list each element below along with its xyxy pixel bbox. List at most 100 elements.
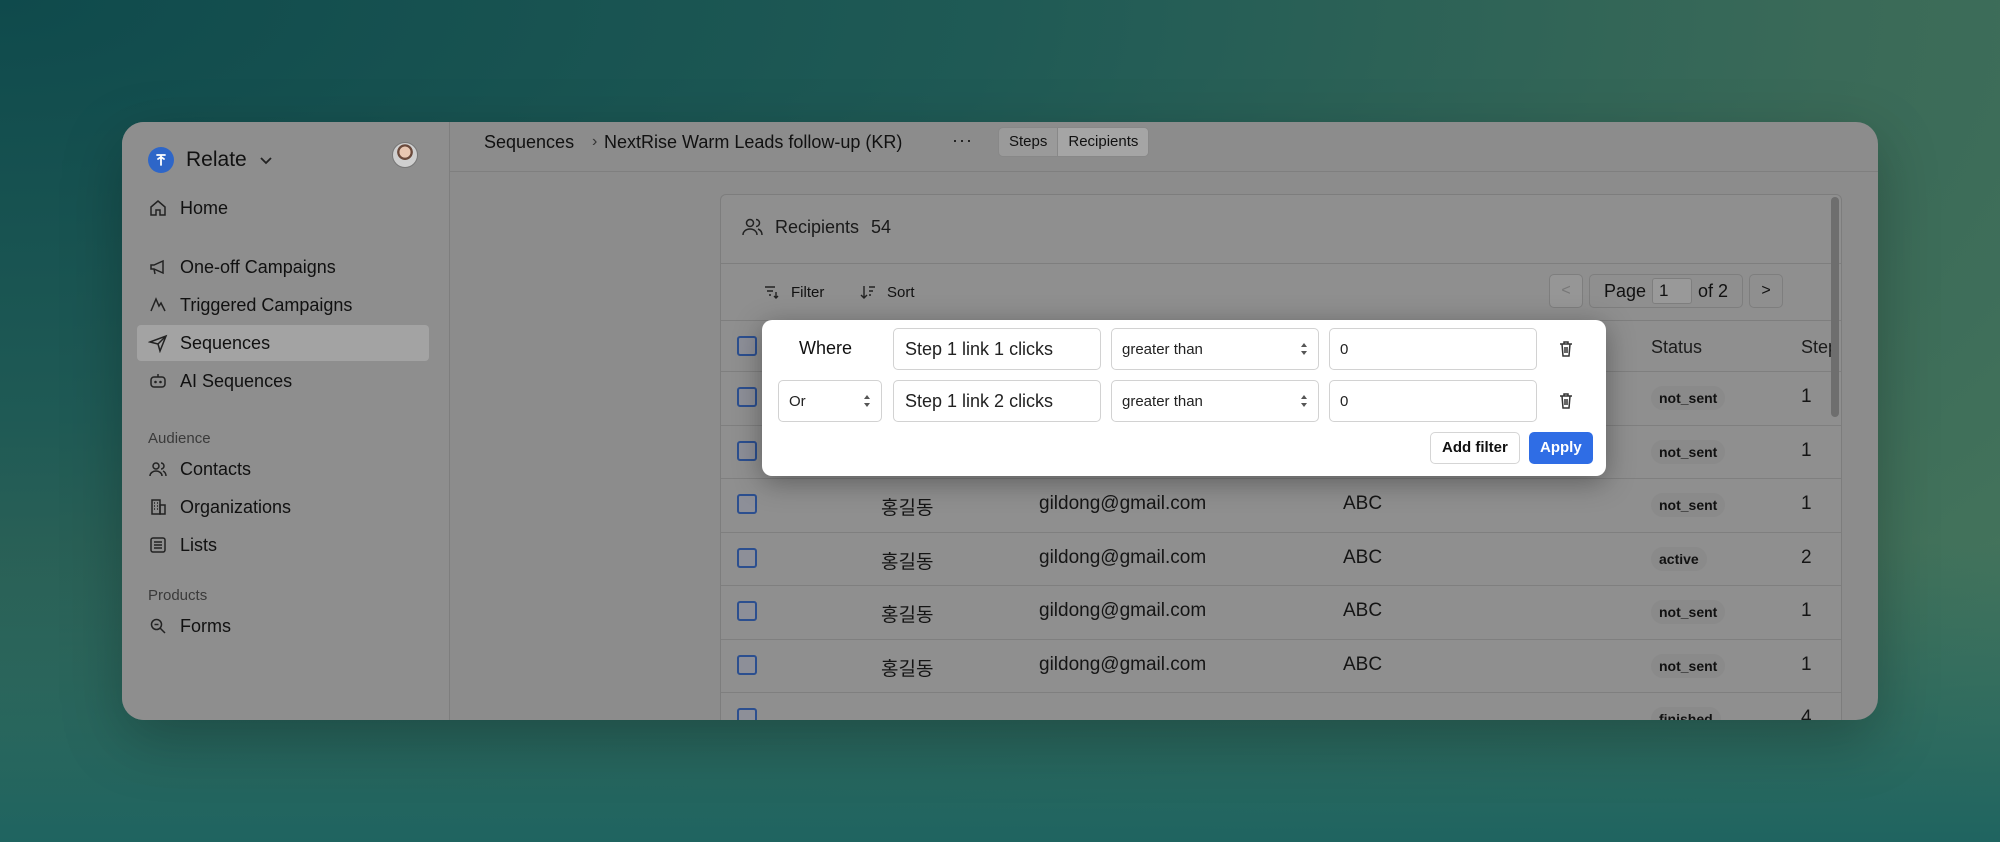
topbar: Sequences › NextRise Warm Leads follow-u… [450, 122, 1878, 172]
pagination: < Page 1 of 2 > [1549, 274, 1784, 308]
sidebar-item-label: Sequences [180, 332, 271, 353]
status-badge: not_sent [1651, 386, 1726, 410]
building-icon [147, 496, 169, 518]
filter-operator-select[interactable]: greater than [1111, 328, 1319, 370]
sidebar-item-one-off-campaigns[interactable]: One-off Campaigns [137, 249, 429, 285]
table-row[interactable]: 홍길동 gildong@gmail.com ABC not_sent 1 [721, 585, 1841, 638]
sidebar-item-lists[interactable]: Lists [137, 527, 429, 563]
user-avatar[interactable] [392, 142, 418, 168]
more-options-button[interactable]: ··· [952, 130, 973, 151]
breadcrumb-current: NextRise Warm Leads follow-up (KR) [604, 132, 903, 152]
apply-button[interactable]: Apply [1529, 432, 1593, 464]
sidebar-item-sequences[interactable]: Sequences [137, 325, 429, 361]
page-input[interactable]: 1 [1652, 278, 1693, 304]
page-indicator: Page 1 of 2 [1589, 274, 1744, 308]
form-search-icon [147, 615, 169, 637]
sidebar-item-organizations[interactable]: Organizations [137, 489, 429, 525]
filter-value: 0 [1340, 393, 1349, 410]
row-checkbox[interactable] [737, 440, 757, 461]
row-checkbox[interactable] [737, 708, 757, 720]
recipient-organization: ABC [1343, 600, 1383, 621]
workspace-switcher[interactable]: Relate [148, 144, 275, 176]
select-arrows-icon [864, 395, 870, 407]
sort-button[interactable]: Sort [859, 283, 915, 301]
recipient-organization: ABC [1343, 653, 1383, 675]
filter-connector-value: Or [789, 393, 806, 410]
recipient-step: 1 [1801, 439, 1812, 461]
tab-recipients[interactable]: Recipients [1057, 128, 1149, 156]
row-checkbox[interactable] [737, 654, 757, 675]
divider [721, 263, 1841, 264]
filter-connector-where: Where [799, 338, 853, 358]
table-row[interactable]: 홍길동 gildong@gmail.com ABC not_sent 1 [721, 478, 1841, 531]
triggered-icon [147, 294, 169, 316]
recipient-organization: ABC [1343, 546, 1383, 568]
status-badge: not_sent [1651, 653, 1726, 678]
section-label-products: Products [148, 587, 208, 604]
select-all-checkbox[interactable] [737, 336, 757, 356]
sidebar-item-forms[interactable]: Forms [137, 608, 429, 644]
row-checkbox[interactable] [737, 494, 757, 514]
sidebar-item-home[interactable]: Home [137, 190, 429, 226]
sidebar-item-label: One-off Campaigns [180, 256, 336, 277]
home-icon [147, 197, 169, 219]
recipient-name: 홍길동 [881, 605, 934, 626]
vertical-scrollbar[interactable] [1831, 197, 1839, 417]
filter-value-input[interactable]: 0 [1329, 380, 1537, 422]
app-window: Relate Home One-off Campaigns Triggered … [122, 122, 1878, 720]
recipient-step: 4 [1801, 707, 1812, 720]
filter-value-input[interactable]: 0 [1329, 328, 1537, 370]
recipient-organization: ABC [1343, 493, 1383, 514]
sidebar-item-label: Home [180, 197, 229, 218]
filter-label: Filter [791, 283, 825, 301]
recipient-step: 1 [1801, 600, 1812, 621]
recipient-step: 2 [1801, 546, 1812, 568]
recipient-step: 1 [1801, 386, 1812, 407]
recipient-email: gildong@gmail.com [1039, 653, 1207, 675]
recipient-email: gildong@gmail.com [1039, 493, 1207, 514]
table-row[interactable]: 홍길동 gildong@gmail.com ABC active 2 [721, 531, 1841, 585]
sidebar-item-contacts[interactable]: Contacts [137, 451, 429, 487]
recipient-email: gildong@gmail.com [1039, 600, 1207, 621]
row-checkbox[interactable] [737, 601, 757, 621]
recipient-step: 1 [1801, 493, 1812, 514]
sidebar-item-ai-sequences[interactable]: AI Sequences [137, 363, 429, 399]
next-page-button[interactable]: > [1749, 274, 1784, 308]
sidebar-item-label: AI Sequences [180, 370, 293, 391]
breadcrumb-root[interactable]: Sequences [484, 132, 574, 153]
recipient-email: gildong@gmail.com [1039, 546, 1207, 568]
paper-plane-icon [147, 332, 169, 354]
column-header-step[interactable]: Step [1801, 337, 1835, 358]
trash-icon[interactable] [1556, 391, 1576, 411]
filter-connector-select[interactable]: Or [778, 380, 882, 422]
status-badge: active [1651, 546, 1707, 571]
filter-field-input[interactable]: Step 1 link 1 clicks [893, 328, 1101, 370]
filter-field-input[interactable]: Step 1 link 2 clicks [893, 380, 1101, 422]
view-tabs: Steps Recipients [998, 127, 1150, 157]
chevron-down-icon [260, 157, 272, 165]
filter-field-value: Step 1 link 2 clicks [905, 391, 1054, 411]
sidebar-item-label: Organizations [180, 496, 292, 517]
relate-logo-icon [148, 147, 174, 173]
sidebar-item-label: Forms [180, 615, 231, 636]
prev-page-button[interactable]: < [1549, 274, 1583, 308]
trash-icon[interactable] [1556, 339, 1576, 359]
column-header-status[interactable]: Status [1651, 337, 1702, 358]
recipient-name: 홍길동 [881, 658, 934, 680]
filter-button[interactable]: Filter [763, 283, 824, 301]
row-checkbox[interactable] [737, 547, 757, 568]
workspace-name: Relate [186, 148, 247, 171]
robot-icon [147, 370, 169, 392]
sidebar-item-triggered-campaigns[interactable]: Triggered Campaigns [137, 287, 429, 323]
row-checkbox[interactable] [737, 387, 757, 407]
table-row[interactable]: finished 4 [721, 692, 1841, 720]
list-icon [147, 534, 169, 556]
status-badge: not_sent [1651, 493, 1726, 517]
tab-steps[interactable]: Steps [999, 128, 1057, 156]
sort-label: Sort [887, 283, 915, 301]
filter-popover: Where Step 1 link 1 clicks greater than … [762, 320, 1606, 476]
filter-icon [765, 286, 779, 299]
table-row[interactable]: 홍길동 gildong@gmail.com ABC not_sent 1 [721, 638, 1841, 692]
filter-operator-select[interactable]: greater than [1111, 380, 1319, 422]
add-filter-button[interactable]: Add filter [1430, 432, 1520, 464]
